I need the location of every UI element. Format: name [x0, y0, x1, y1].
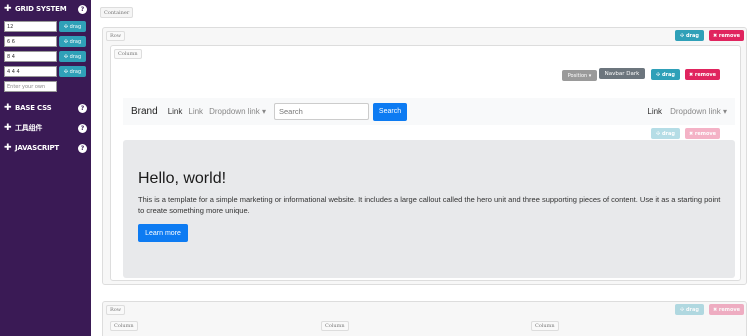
layout-canvas: Container Row ✣ drag ✖ remove Column Pos…: [91, 0, 747, 336]
drag-button[interactable]: ✣ drag: [675, 30, 704, 41]
plus-icon: ✚: [4, 3, 12, 14]
sidebar: ✚ GRID SYSTEM ? 12 ✣ drag 6 6 ✣ drag 8 4…: [0, 0, 91, 336]
learn-more-button[interactable]: Learn more: [138, 224, 188, 242]
sidebar-section-label: JAVASCRIPT: [15, 144, 59, 152]
jumbotron-heading: Hello, world!: [138, 170, 227, 187]
sidebar-section-label: BASE CSS: [15, 104, 52, 112]
column-label: Column: [321, 321, 349, 331]
nav-dropdown-link[interactable]: Dropdown link ▾: [209, 107, 266, 116]
drag-button[interactable]: ✣ drag: [675, 304, 704, 315]
help-icon[interactable]: ?: [78, 103, 87, 113]
grid-option-input[interactable]: 8 4: [4, 51, 57, 62]
column-label: Column: [531, 321, 559, 331]
help-icon[interactable]: ?: [78, 4, 87, 14]
column-label: Column: [114, 49, 142, 59]
drag-button[interactable]: ✣ drag: [59, 36, 86, 47]
sidebar-section-base-css[interactable]: ✚ BASE CSS ?: [0, 99, 91, 117]
jumbotron-text: This is a template for a simple marketin…: [138, 195, 721, 215]
sidebar-section-label: 工具组件: [15, 124, 43, 132]
plus-icon: ✚: [4, 122, 12, 133]
drag-button[interactable]: ✣ drag: [59, 21, 86, 32]
grid-option: 8 4 ✣ drag: [4, 50, 91, 63]
jumbotron: Hello, world! This is a template for a s…: [123, 140, 735, 278]
custom-grid-input[interactable]: Enter your own: [4, 81, 57, 92]
column-block: Column Position ▾ Navbar Dark ✣ drag ✖ r…: [110, 45, 741, 281]
row-label: Row: [106, 31, 126, 41]
navbar: Brand Link Link Dropdown link ▾ Search S…: [123, 98, 735, 125]
sidebar-section-grid-system[interactable]: ✚ GRID SYSTEM ?: [0, 0, 91, 18]
container-label: Container: [100, 7, 134, 18]
help-icon[interactable]: ?: [78, 143, 87, 153]
sidebar-section-components[interactable]: ✚ 工具组件 ?: [0, 119, 91, 137]
column-label: Column: [110, 321, 138, 331]
row-label: Row: [106, 305, 126, 315]
grid-option: 12 ✣ drag: [4, 20, 91, 33]
grid-option: 6 6 ✣ drag: [4, 35, 91, 48]
position-dropdown-button[interactable]: Position ▾: [562, 70, 597, 81]
sidebar-section-label: GRID SYSTEM: [15, 5, 67, 13]
nav-link[interactable]: Link: [647, 107, 662, 116]
grid-option-input[interactable]: 4 4 4: [4, 66, 57, 77]
row-block: Row ✣ drag ✖ remove Column Position ▾ Na…: [102, 27, 747, 285]
remove-button[interactable]: ✖ remove: [709, 304, 744, 315]
drag-button[interactable]: ✣ drag: [651, 69, 680, 80]
remove-button[interactable]: ✖ remove: [685, 128, 720, 139]
grid-option: 4 4 4 ✣ drag: [4, 65, 91, 78]
grid-option: Enter your own: [4, 80, 91, 93]
grid-option-input[interactable]: 12: [4, 21, 57, 32]
row-block: Row ✣ drag ✖ remove Column Column Column: [102, 301, 747, 336]
remove-button[interactable]: ✖ remove: [709, 30, 744, 41]
search-button[interactable]: Search: [373, 102, 407, 121]
nav-link[interactable]: Link: [168, 107, 183, 116]
grid-option-input[interactable]: 6 6: [4, 36, 57, 47]
sidebar-section-javascript[interactable]: ✚ JAVASCRIPT ?: [0, 139, 91, 157]
plus-icon: ✚: [4, 102, 12, 113]
navbar-right: Link Dropdown link ▾: [647, 107, 727, 116]
nav-dropdown-link[interactable]: Dropdown link ▾: [670, 107, 727, 116]
navbar-dark-button[interactable]: Navbar Dark: [599, 68, 645, 79]
drag-button[interactable]: ✣ drag: [59, 66, 86, 77]
navbar-brand[interactable]: Brand: [131, 106, 158, 117]
remove-button[interactable]: ✖ remove: [685, 69, 720, 80]
help-icon[interactable]: ?: [78, 123, 87, 133]
search-input[interactable]: Search: [274, 103, 369, 120]
plus-icon: ✚: [4, 142, 12, 153]
drag-button[interactable]: ✣ drag: [651, 128, 680, 139]
nav-link[interactable]: Link: [188, 107, 203, 116]
drag-button[interactable]: ✣ drag: [59, 51, 86, 62]
